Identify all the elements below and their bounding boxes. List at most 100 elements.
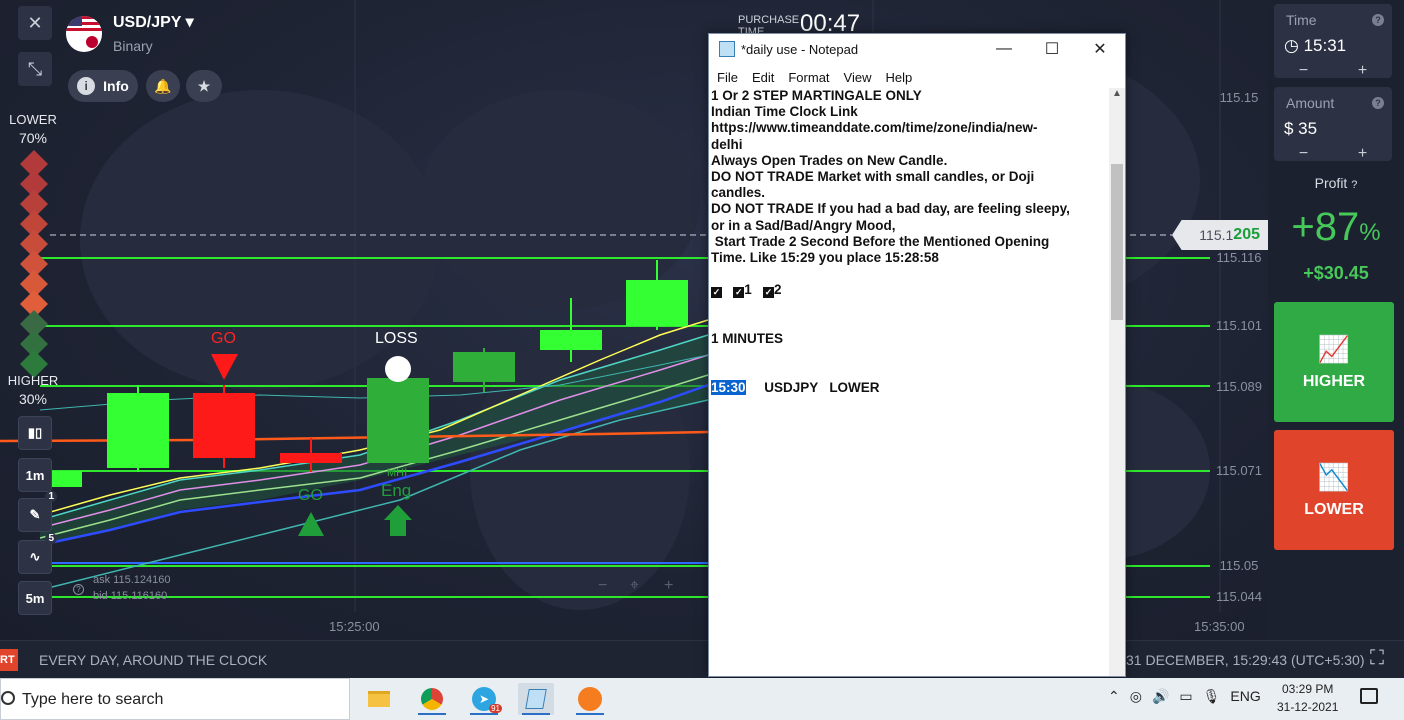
menu-edit[interactable]: Edit xyxy=(752,70,774,88)
notepad-icon xyxy=(719,41,735,57)
asset-type: Binary xyxy=(113,38,153,54)
taskbar-search[interactable]: Type here to search xyxy=(0,678,350,720)
collapse-icon[interactable]: ⤡ xyxy=(18,52,52,86)
language-indicator[interactable]: ENG xyxy=(1230,688,1260,705)
loss-label: LOSS xyxy=(375,330,418,347)
higher-label: HIGHER xyxy=(7,373,59,388)
trade-panel: Time ? ◷ 15:31 − + Amount ? $ 35 − + Pro… xyxy=(1268,0,1404,640)
time-axis-label: 15:35:00 xyxy=(1194,619,1245,634)
bottom-ticker: RT EVERY DAY, AROUND THE CLOCK 31 DECEMB… xyxy=(0,640,1404,678)
chevron-up-icon[interactable]: ⌃ xyxy=(1108,688,1120,705)
higher-percentage: 30% xyxy=(18,391,48,407)
scrollbar-thumb[interactable] xyxy=(1111,164,1123,320)
file-explorer-app[interactable] xyxy=(361,683,397,715)
price-level: 115.089 xyxy=(1215,379,1263,394)
time-minus-button[interactable]: − xyxy=(1299,62,1308,80)
bell-icon: 🔔 xyxy=(154,77,172,94)
menu-format[interactable]: Format xyxy=(788,70,829,88)
ticker-port-badge: RT xyxy=(0,649,18,671)
pencil-icon: ✎ xyxy=(29,507,41,522)
price-level: 115.071 xyxy=(1215,463,1263,478)
trading-app-icon xyxy=(578,687,602,711)
mhi-label: MHI xyxy=(387,467,408,479)
lower-button[interactable]: 📉 LOWER xyxy=(1274,430,1394,550)
price-level: 115.101 xyxy=(1215,318,1263,333)
amount-input[interactable]: Amount ? $ 35 − + xyxy=(1274,87,1392,163)
zoom-in-button[interactable]: + xyxy=(664,577,673,595)
info-icon: i xyxy=(77,77,96,95)
amount-plus-button[interactable]: + xyxy=(1358,145,1367,163)
profit-percentage: +87% xyxy=(1291,205,1381,249)
telegram-app[interactable]: ➤ 91 xyxy=(466,683,502,715)
lower-label: LOWER xyxy=(9,112,57,127)
candles-icon: ▮▯ xyxy=(27,425,43,440)
help-icon[interactable]: ? xyxy=(73,584,84,595)
zoom-out-button[interactable]: − xyxy=(598,577,607,595)
checkbox-line: ✓ ✓ 1 ✓ 2 xyxy=(711,282,782,299)
notepad-text-area[interactable]: 1 Or 2 STEP MARTINGALE ONLY Indian Time … xyxy=(711,88,1109,676)
chrome-icon xyxy=(421,688,443,710)
trading-app[interactable] xyxy=(572,683,608,715)
chrome-app[interactable] xyxy=(414,683,450,715)
checkbox-icon: ✓ xyxy=(763,287,775,299)
chart-down-icon: 📉 xyxy=(1317,461,1351,492)
notepad-app-icon xyxy=(525,689,547,709)
profit-label: Profit ? xyxy=(1314,175,1358,191)
notepad-app[interactable] xyxy=(518,683,554,715)
meet-icon[interactable]: ◎ xyxy=(1130,688,1142,705)
chart-type-button[interactable]: ▮▯ xyxy=(18,416,52,450)
microphone-icon[interactable]: 🎙 xyxy=(1203,688,1221,705)
notepad-scrollbar[interactable]: ▲ xyxy=(1109,88,1125,676)
server-datetime: 31 DECEMBER, 15:29:43 (UTC+5:30) xyxy=(1126,652,1365,668)
price-level: 115.15 xyxy=(1219,90,1259,105)
timeframe-1m-button[interactable]: 1m xyxy=(18,458,52,492)
maximize-button[interactable]: ☐ xyxy=(1029,38,1075,60)
star-icon: ★ xyxy=(197,77,211,94)
time-plus-button[interactable]: + xyxy=(1358,62,1367,80)
profit-amount: +$30.45 xyxy=(1303,263,1369,283)
notepad-window[interactable]: *daily use - Notepad — ☐ ✕ File Edit For… xyxy=(708,33,1126,677)
checkbox-icon: ✓ xyxy=(711,287,722,299)
close-button[interactable]: ✕ xyxy=(1077,38,1123,60)
price-level: 115.05 xyxy=(1219,558,1259,573)
indicator-wave-icon: ∿ xyxy=(29,549,41,564)
usd-jpy-flag-icon[interactable] xyxy=(66,16,102,52)
time-axis-label: 15:25:00 xyxy=(329,619,380,634)
menu-file[interactable]: File xyxy=(717,70,738,88)
crosshair-icon[interactable]: ⌖ xyxy=(630,577,639,595)
taskbar-clock-date[interactable]: 31-12-2021 xyxy=(1277,700,1338,714)
checkbox-icon: ✓ xyxy=(733,287,745,299)
asset-selector[interactable]: USD/JPY ▾ xyxy=(113,12,194,32)
scroll-up-icon: ▲ xyxy=(1112,88,1122,99)
indicators-button[interactable]: ∿ 5 xyxy=(18,533,57,574)
menu-help[interactable]: Help xyxy=(885,70,912,88)
selected-text: 15:30 xyxy=(711,379,746,395)
notifications-button[interactable]: 🔔 xyxy=(146,70,180,102)
drawing-tools-button[interactable]: ✎ 1 xyxy=(18,491,57,532)
notepad-titlebar[interactable]: *daily use - Notepad — ☐ ✕ xyxy=(709,34,1125,64)
ask-price: ask 115.124160 xyxy=(93,574,171,586)
network-icon[interactable]: ▭ xyxy=(1179,688,1192,705)
help-icon: ? xyxy=(1351,179,1358,191)
amount-minus-button[interactable]: − xyxy=(1299,145,1308,163)
timeframe-5m-button[interactable]: 5m xyxy=(18,581,52,615)
menu-view[interactable]: View xyxy=(844,70,872,88)
favorite-button[interactable]: ★ xyxy=(186,70,222,102)
higher-button[interactable]: 📈 HIGHER xyxy=(1274,302,1394,422)
app-window: ✕ ⤡ USD/JPY ▾ Binary i Info 🔔 ★ LOWER 70… xyxy=(0,0,1404,720)
price-level: 115.044 xyxy=(1215,589,1263,604)
time-selector[interactable]: Time ? ◷ 15:31 − + xyxy=(1274,4,1392,80)
help-icon[interactable]: ? xyxy=(1372,14,1384,26)
minimize-button[interactable]: — xyxy=(981,38,1027,60)
notification-icon[interactable] xyxy=(1360,688,1378,704)
fullscreen-icon[interactable]: ⛶ xyxy=(1370,647,1384,670)
lower-percentage: 70% xyxy=(18,130,48,146)
speaker-icon[interactable]: 🔊 xyxy=(1152,688,1169,705)
ticker-message: EVERY DAY, AROUND THE CLOCK xyxy=(39,652,268,668)
taskbar-clock-time[interactable]: 03:29 PM xyxy=(1282,682,1333,696)
search-icon xyxy=(1,691,15,705)
close-chart-button[interactable]: ✕ xyxy=(18,6,52,40)
info-button[interactable]: i Info xyxy=(68,70,138,102)
go-signal-bottom: GO xyxy=(298,487,323,504)
help-icon[interactable]: ? xyxy=(1372,97,1384,109)
